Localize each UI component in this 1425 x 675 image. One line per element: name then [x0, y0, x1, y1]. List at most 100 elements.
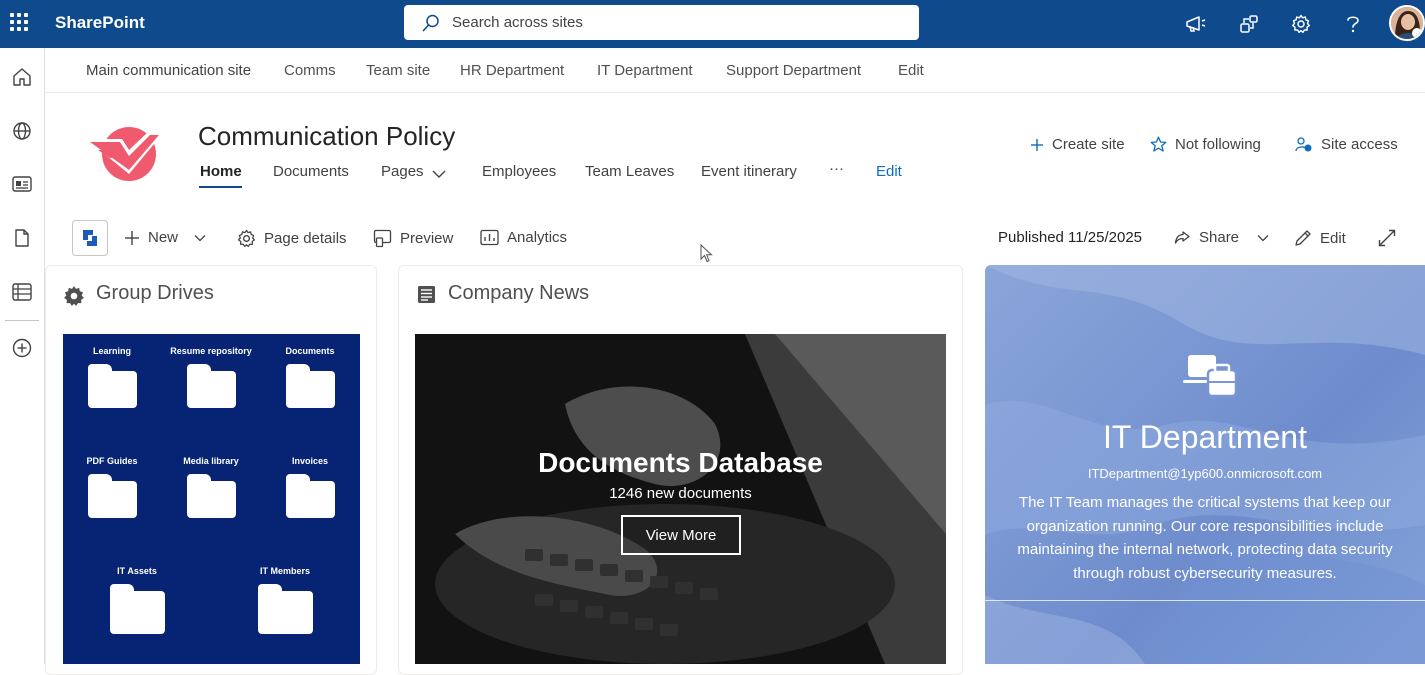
folder-label: Invoices [291, 456, 329, 466]
hub-nav-hr-department[interactable]: HR Department [460, 62, 564, 79]
folder-resume-repository[interactable]: Resume repository [156, 346, 266, 408]
edit-page-label: Edit [1320, 229, 1346, 247]
home-icon[interactable] [9, 64, 35, 90]
preview-button[interactable]: Preview [373, 229, 453, 248]
group-drives-panel: Learning Resume repository Documents PDF… [63, 334, 360, 664]
news-subtitle: 1246 new documents [609, 485, 752, 502]
news-headline: Documents Database [538, 447, 823, 478]
mouse-cursor [700, 244, 713, 263]
it-department-description: The IT Team manages the critical systems… [1017, 494, 1393, 582]
new-button[interactable]: New [124, 229, 206, 246]
search-box[interactable] [404, 5, 919, 40]
active-tab-indicator [199, 186, 242, 188]
edit-page-button[interactable]: Edit [1294, 229, 1346, 247]
folder-label: Media library [183, 456, 239, 466]
folder-icon [186, 364, 236, 408]
it-department-title: IT Department [1103, 419, 1307, 455]
folder-it-assets[interactable]: IT Assets [82, 566, 192, 634]
create-site-button[interactable]: Create site [1030, 136, 1125, 153]
app-name[interactable]: SharePoint [55, 13, 145, 33]
more-options-icon[interactable]: ··· [829, 160, 844, 177]
megaphone-icon[interactable] [1184, 12, 1208, 36]
globe-icon[interactable] [9, 118, 35, 144]
app-launcher-icon[interactable] [9, 12, 29, 32]
analytics-icon [480, 229, 499, 246]
chevron-down-icon [194, 234, 206, 241]
page-details-label: Page details [264, 230, 347, 247]
site-nav-edit[interactable]: Edit [876, 163, 902, 180]
hub-nav-comms[interactable]: Comms [284, 62, 336, 79]
help-icon[interactable] [1341, 12, 1365, 36]
hub-nav-support-department[interactable]: Support Department [726, 62, 861, 79]
app-switch-icon[interactable] [1237, 12, 1261, 36]
share-button[interactable]: Share [1173, 229, 1269, 246]
view-more-button[interactable]: View More [621, 515, 741, 555]
folder-documents[interactable]: Documents [255, 346, 365, 408]
folder-icon [109, 584, 165, 634]
chevron-down-icon[interactable] [432, 169, 446, 179]
avatar[interactable] [1389, 5, 1425, 41]
search-icon [422, 14, 439, 31]
hub-nav-main-site[interactable]: Main communication site [86, 62, 251, 79]
site-logo[interactable] [82, 120, 166, 186]
folder-icon [285, 364, 335, 408]
analytics-label: Analytics [507, 229, 568, 246]
folder-icon [87, 364, 137, 408]
suite-bar: SharePoint [0, 0, 1425, 48]
site-title: Communication Policy [198, 121, 456, 151]
search-input[interactable] [452, 14, 872, 31]
folder-label: IT Members [259, 566, 310, 576]
document-icon[interactable] [9, 225, 35, 251]
company-news-title: Company News [448, 282, 590, 304]
rail-divider [5, 320, 39, 321]
folder-icon [87, 474, 137, 518]
folder-label: Learning [92, 346, 131, 356]
site-nav-documents[interactable]: Documents [273, 163, 349, 180]
folder-label: Documents [285, 346, 335, 356]
abstract-background [985, 265, 1425, 664]
it-department-panel[interactable]: IT Department ITDepartment@1yp600.onmicr… [985, 265, 1425, 664]
analytics-button[interactable]: Analytics [480, 229, 567, 246]
folder-it-members[interactable]: IT Members [230, 566, 340, 634]
site-nav-pages[interactable]: Pages [381, 163, 424, 180]
site-nav-team-leaves[interactable]: Team Leaves [585, 163, 674, 180]
page-details-button[interactable]: Page details [237, 229, 347, 248]
hub-navigation: Main communication site Comms Team site … [45, 48, 1425, 93]
new-label: New [148, 229, 179, 246]
hub-nav-edit[interactable]: Edit [898, 62, 924, 79]
published-status: Published 11/25/2025 [998, 229, 1143, 246]
site-nav-employees[interactable]: Employees [482, 163, 556, 180]
site-access-button[interactable]: Site access [1295, 136, 1398, 153]
plus-icon [125, 230, 139, 245]
chevron-down-icon [1257, 234, 1269, 241]
follow-button[interactable]: Not following [1150, 136, 1261, 153]
it-department-email[interactable]: ITDepartment@1yp600.onmicrosoft.com [985, 466, 1425, 481]
pencil-icon [1295, 230, 1311, 246]
news-hero-image[interactable]: Documents Database 1246 new documents Vi… [415, 334, 946, 664]
hub-nav-it-department[interactable]: IT Department [597, 62, 693, 79]
gear-icon [64, 286, 84, 306]
folder-pdf-guides[interactable]: PDF Guides [57, 456, 167, 518]
site-access-label: Site access [1321, 136, 1398, 153]
expand-icon[interactable] [1378, 229, 1396, 247]
folder-invoices[interactable]: Invoices [255, 456, 365, 518]
create-site-label: Create site [1052, 136, 1125, 153]
site-nav-event-itinerary[interactable]: Event itinerary [701, 163, 797, 180]
plus-icon [1031, 138, 1043, 151]
preview-icon [373, 229, 392, 248]
list-icon[interactable] [9, 279, 35, 305]
news-icon[interactable] [9, 171, 35, 197]
gear-icon[interactable] [1289, 12, 1313, 36]
folder-label: Resume repository [170, 346, 252, 356]
folder-learning[interactable]: Learning [57, 346, 167, 408]
preview-label: Preview [400, 230, 454, 247]
add-circle-icon[interactable] [9, 335, 35, 361]
folder-media-library[interactable]: Media library [156, 456, 266, 518]
site-nav-home[interactable]: Home [200, 163, 242, 180]
folder-icon [257, 584, 313, 634]
command-bar: New Page details Preview Analytics Share… [45, 213, 1425, 261]
hub-nav-team-site[interactable]: Team site [366, 62, 430, 79]
group-drives-title: Group Drives [96, 282, 214, 304]
devices-icon [1183, 355, 1238, 398]
folder-label: PDF Guides [86, 456, 138, 466]
